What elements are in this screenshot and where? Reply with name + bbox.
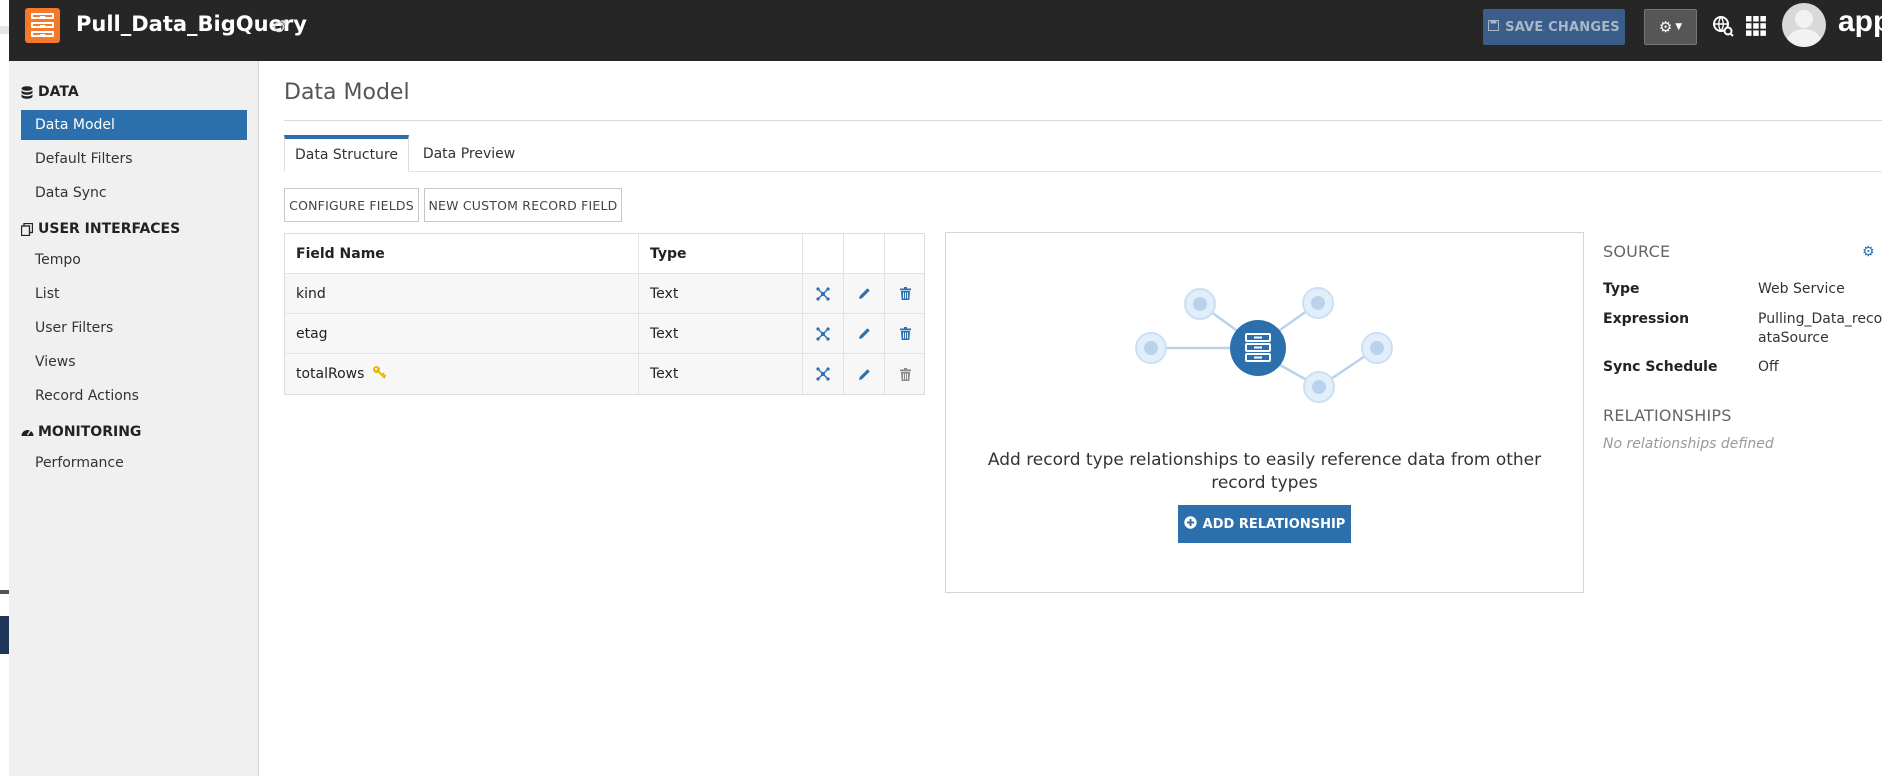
dashboard-icon <box>21 426 34 439</box>
source-settings-gear-icon[interactable]: ⚙ <box>1862 244 1875 260</box>
source-type-value: Web Service <box>1758 281 1845 297</box>
column-header-action <box>803 234 844 273</box>
field-name-cell: etag <box>285 314 639 353</box>
app-logo-icon[interactable] <box>25 8 60 43</box>
sidebar-item-data-sync[interactable]: Data Sync <box>21 178 247 208</box>
field-name-cell: totalRows <box>285 354 639 394</box>
column-header-type[interactable]: Type <box>639 234 803 273</box>
relationship-network-illustration <box>1135 287 1393 403</box>
sidebar-item-views[interactable]: Views <box>21 347 247 377</box>
sidebar-section-label: MONITORING <box>38 424 142 440</box>
user-avatar[interactable] <box>1782 3 1826 47</box>
new-custom-record-field-button[interactable]: NEW CUSTOM RECORD FIELD <box>424 188 622 222</box>
divider <box>284 120 1882 121</box>
tab-data-preview[interactable]: Data Preview <box>414 135 524 172</box>
sync-schedule-label: Sync Schedule <box>1603 359 1718 375</box>
no-relationships-note: No relationships defined <box>1603 436 1774 452</box>
database-icon <box>21 85 33 99</box>
sidebar-section-data: DATA <box>21 84 79 100</box>
sidebar-item-default-filters[interactable]: Default Filters <box>21 144 247 174</box>
sidebar-item-data-model[interactable]: Data Model <box>21 110 247 140</box>
app-grid-icon[interactable] <box>1744 14 1768 38</box>
sidebar-item-record-actions[interactable]: Record Actions <box>21 381 247 411</box>
source-heading: SOURCE <box>1603 242 1671 261</box>
edge-marker <box>0 26 9 34</box>
field-name: etag <box>296 325 328 342</box>
map-field-icon[interactable] <box>816 286 830 301</box>
primary-key-icon <box>372 365 387 383</box>
add-relationship-label: ADD RELATIONSHIP <box>1202 516 1346 532</box>
edge-marker <box>0 590 9 594</box>
map-field-icon[interactable] <box>816 367 830 381</box>
edge-marker <box>0 616 9 654</box>
column-header-field-name[interactable]: Field Name <box>285 234 639 273</box>
field-name-cell: kind <box>285 274 639 313</box>
trash-icon-disabled <box>898 367 912 381</box>
field-name: kind <box>296 285 326 302</box>
column-header-action <box>844 234 885 273</box>
sidebar-item-tempo[interactable]: Tempo <box>21 245 247 275</box>
gear-icon: ⚙ <box>1658 18 1673 36</box>
sidebar-item-list[interactable]: List <box>21 279 247 309</box>
column-header-action <box>885 234 925 273</box>
field-type-cell: Text <box>639 274 803 313</box>
table-row: totalRows Text <box>285 354 924 394</box>
table-header-row: Field Name Type <box>285 234 924 274</box>
trash-icon[interactable] <box>898 287 912 301</box>
tab-data-structure[interactable]: Data Structure <box>284 135 409 172</box>
globe-search-icon[interactable] <box>1711 14 1735 38</box>
sync-schedule-value: Off <box>1758 359 1779 375</box>
source-expression-value-line2[interactable]: ataSource <box>1758 329 1882 348</box>
page-title: Data Model <box>284 80 410 105</box>
relationships-heading: RELATIONSHIPS <box>1603 406 1732 425</box>
map-field-icon[interactable] <box>816 326 830 341</box>
sidebar-item-performance[interactable]: Performance <box>21 448 247 478</box>
save-changes-label: SAVE CHANGES <box>1505 19 1620 35</box>
field-type-cell: Text <box>639 314 803 353</box>
field-name: totalRows <box>296 366 365 382</box>
sidebar-section-label: DATA <box>38 84 79 100</box>
save-icon <box>1488 19 1500 35</box>
sidebar-section-label: USER INTERFACES <box>38 221 181 237</box>
settings-dropdown-button[interactable]: ⚙ ▼ <box>1644 9 1697 45</box>
trash-icon[interactable] <box>898 327 912 341</box>
source-expression-label: Expression <box>1603 311 1690 327</box>
add-relationship-button[interactable]: ADD RELATIONSHIP <box>1178 505 1351 543</box>
brand-logo-text: app <box>1838 5 1882 38</box>
configure-fields-button[interactable]: CONFIGURE FIELDS <box>284 188 419 222</box>
source-expression-value-line1[interactable]: Pulling_Data_recor <box>1758 310 1882 329</box>
caret-down-icon: ▼ <box>1675 22 1683 32</box>
copy-icon <box>20 222 34 236</box>
edit-pencil-icon[interactable] <box>857 327 871 341</box>
edit-pencil-icon[interactable] <box>857 287 871 301</box>
sidebar-section-monitoring: MONITORING <box>21 424 141 440</box>
sidebar-item-user-filters[interactable]: User Filters <box>21 313 247 343</box>
plus-circle-icon <box>1183 515 1197 533</box>
save-changes-button[interactable]: SAVE CHANGES <box>1483 9 1625 45</box>
table-row: etag Text <box>285 314 924 354</box>
source-type-label: Type <box>1603 281 1640 297</box>
relationships-empty-message: Add record type relationships to easily … <box>987 450 1542 493</box>
table-row: kind Text <box>285 274 924 314</box>
relationships-panel: Add record type relationships to easily … <box>945 232 1584 593</box>
left-edge-strip <box>0 0 9 776</box>
field-type-cell: Text <box>639 354 803 394</box>
external-link-icon[interactable] <box>272 18 288 34</box>
edit-pencil-icon[interactable] <box>857 367 871 381</box>
fields-table: Field Name Type kind Text etag Text tota… <box>284 233 925 395</box>
sidebar-section-user-interfaces: USER INTERFACES <box>20 221 181 237</box>
